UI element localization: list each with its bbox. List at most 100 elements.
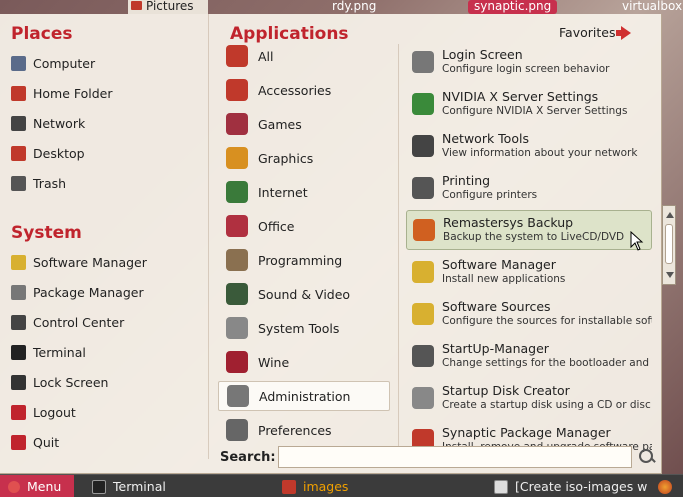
preferences-icon: [226, 419, 248, 441]
system-item[interactable]: Logout: [11, 401, 201, 423]
wine-icon: [226, 351, 248, 373]
system-item-label: Software Manager: [33, 254, 147, 270]
category-item[interactable]: Graphics: [218, 143, 390, 173]
places-item-label: Computer: [33, 55, 96, 71]
category-item[interactable]: All: [218, 41, 390, 71]
category-item-label: Wine: [258, 354, 290, 370]
scroll-down-icon[interactable]: [666, 272, 674, 278]
category-item-label: Games: [258, 116, 302, 132]
desktop-pictures-item[interactable]: Pictures: [128, 0, 208, 14]
category-item[interactable]: Internet: [218, 177, 390, 207]
desktop-virtualbox-item[interactable]: virtualbox: [622, 0, 682, 14]
printer-icon: [412, 177, 434, 199]
system-heading: System: [11, 223, 82, 243]
app-item[interactable]: Printing Configure printers: [406, 168, 652, 208]
system-item[interactable]: Control Center: [11, 311, 201, 333]
taskbar-menu-button[interactable]: Menu: [0, 475, 74, 497]
app-item-name: Printing: [442, 173, 491, 188]
places-item[interactable]: Computer: [11, 52, 201, 74]
search-icon[interactable]: [638, 448, 656, 466]
administration-icon: [227, 385, 249, 407]
places-item[interactable]: Network: [11, 112, 201, 134]
app-item-description: Configure printers: [442, 189, 538, 201]
app-list[interactable]: Login Screen Configure login screen behav…: [400, 44, 662, 458]
network-icon: [11, 115, 26, 131]
document-icon: [494, 479, 508, 494]
category-item[interactable]: Administration: [218, 381, 390, 411]
taskbar: Menu Terminal images [Create iso-images …: [0, 474, 683, 497]
desktop-rdy-file[interactable]: rdy.png: [332, 0, 376, 14]
home-folder-icon: [11, 85, 26, 101]
category-item-label: Graphics: [258, 150, 314, 166]
app-item[interactable]: Remastersys Backup Backup the system to L…: [406, 210, 652, 250]
app-item-name: Software Sources: [442, 299, 551, 314]
app-item[interactable]: Startup Disk Creator Create a startup dis…: [406, 378, 652, 418]
category-item-label: Accessories: [258, 82, 332, 98]
category-item-label: Preferences: [258, 422, 332, 438]
app-item[interactable]: Login Screen Configure login screen behav…: [406, 44, 652, 82]
category-item[interactable]: Sound & Video: [218, 279, 390, 309]
login-screen-icon: [412, 51, 434, 73]
app-item-name: Login Screen: [442, 47, 523, 62]
places-item[interactable]: Trash: [11, 172, 201, 194]
search-input[interactable]: [278, 446, 632, 468]
system-item[interactable]: Software Manager: [11, 251, 201, 273]
app-item[interactable]: StartUp-Manager Change settings for the b…: [406, 336, 652, 376]
taskbar-firefox-launcher[interactable]: [658, 475, 680, 497]
app-item[interactable]: NVIDIA X Server Settings Configure NVIDIA…: [406, 84, 652, 124]
app-item-text: Login Screen Configure login screen behav…: [442, 47, 609, 77]
taskbar-iso-window[interactable]: [Create iso-images wit...: [488, 475, 648, 497]
software-manager-icon: [11, 254, 26, 270]
arrow-right-icon: [616, 25, 632, 40]
firefox-icon: [658, 479, 672, 494]
column-divider: [208, 14, 209, 459]
programming-icon: [226, 249, 248, 271]
category-item[interactable]: Games: [218, 109, 390, 139]
app-item-description: Configure NVIDIA X Server Settings: [442, 105, 628, 117]
places-item[interactable]: Home Folder: [11, 82, 201, 104]
scroll-up-icon[interactable]: [666, 212, 674, 218]
category-item-label: System Tools: [258, 320, 340, 336]
system-item[interactable]: Package Manager: [11, 281, 201, 303]
app-item-name: Startup Disk Creator: [442, 383, 570, 398]
app-item[interactable]: Software Sources Configure the sources fo…: [406, 294, 652, 334]
places-heading: Places: [11, 24, 73, 44]
search-label: Search:: [220, 450, 276, 465]
category-item[interactable]: Office: [218, 211, 390, 241]
trash-icon: [11, 175, 26, 191]
category-item[interactable]: Wine: [218, 347, 390, 377]
accessories-icon: [226, 79, 248, 101]
control-center-icon: [11, 314, 26, 330]
folder-icon: [282, 479, 296, 494]
system-item-label: Package Manager: [33, 284, 144, 300]
app-item-name: Synaptic Package Manager: [442, 425, 611, 440]
category-item[interactable]: System Tools: [218, 313, 390, 343]
category-item-label: Sound & Video: [258, 286, 351, 302]
app-item-text: StartUp-Manager Change settings for the b…: [442, 341, 652, 371]
app-item[interactable]: Software Manager Install new applications: [406, 252, 652, 292]
taskbar-images-window[interactable]: images: [276, 475, 476, 497]
graphics-icon: [226, 147, 248, 169]
favorites-button[interactable]: Favorites: [559, 25, 632, 40]
system-item-label: Control Center: [33, 314, 125, 330]
category-item[interactable]: Preferences: [218, 415, 390, 445]
scroll-thumb[interactable]: [665, 224, 673, 264]
app-list-scrollbar[interactable]: [662, 205, 676, 285]
system-item[interactable]: Lock Screen: [11, 371, 201, 393]
app-item-text: NVIDIA X Server Settings Configure NVIDIA…: [442, 89, 627, 119]
category-item[interactable]: Accessories: [218, 75, 390, 105]
category-item[interactable]: Programming: [218, 245, 390, 275]
desktop-synaptic-file[interactable]: synaptic.png: [468, 0, 558, 14]
sound-video-icon: [226, 283, 248, 305]
places-item[interactable]: Desktop: [11, 142, 201, 164]
system-item[interactable]: Terminal: [11, 341, 201, 363]
taskbar-terminal-window[interactable]: Terminal: [86, 475, 266, 497]
software-sources-icon: [412, 303, 434, 325]
app-item-name: NVIDIA X Server Settings: [442, 89, 599, 104]
app-item-description: Configure the sources for installable so…: [442, 315, 652, 327]
system-item[interactable]: Quit: [11, 431, 201, 453]
app-item[interactable]: Network Tools View information about your…: [406, 126, 652, 166]
places-item-label: Network: [33, 115, 86, 131]
app-item-text: Software Manager Install new applications: [442, 257, 565, 287]
category-item-label: Administration: [259, 388, 351, 404]
